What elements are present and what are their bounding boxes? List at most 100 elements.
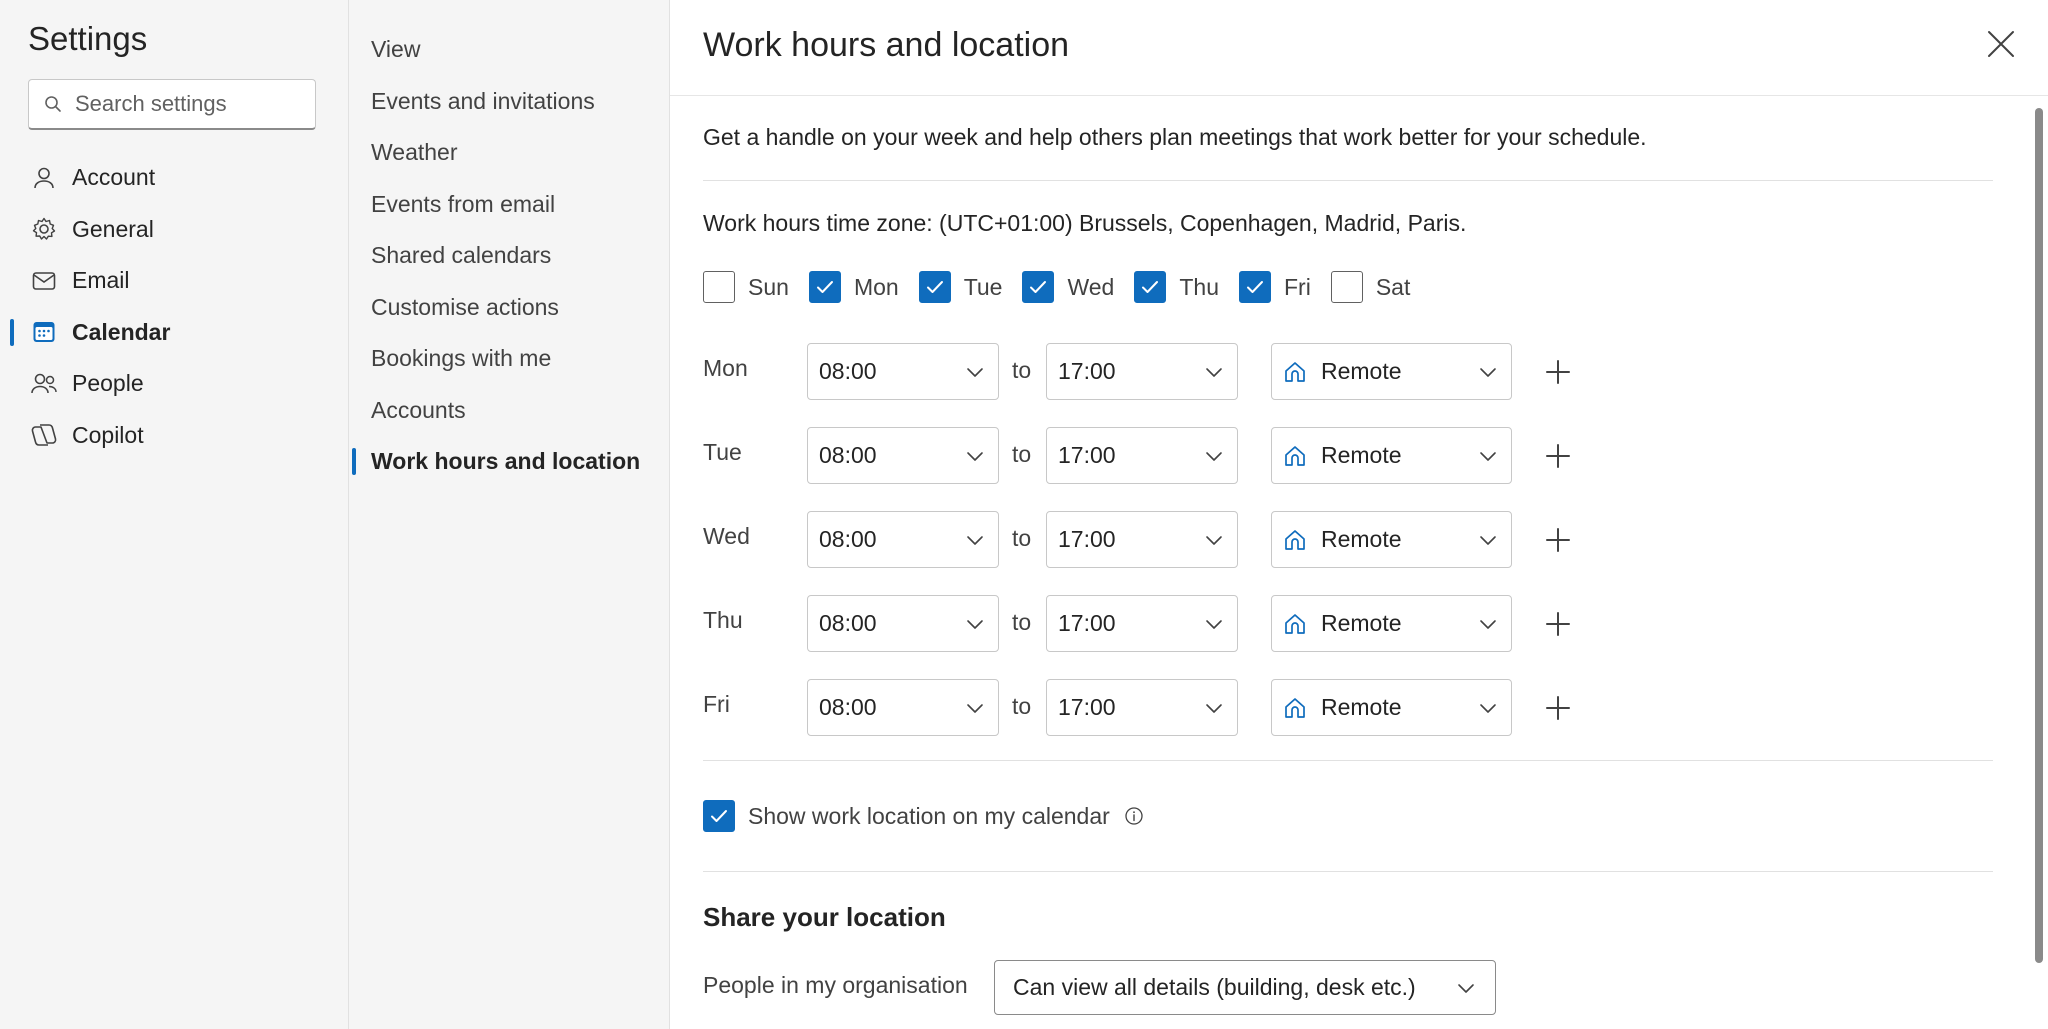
checkbox[interactable] <box>1330 271 1363 303</box>
settings-sidebar: Settings Account General Email Calendar … <box>0 0 349 1029</box>
end-time-dropdown[interactable]: 17:00 <box>1046 511 1238 568</box>
add-time-slot-button[interactable] <box>1541 607 1575 641</box>
calendar-subnav: View Events and invitations Weather Even… <box>349 0 670 1029</box>
info-icon[interactable] <box>1124 806 1144 826</box>
start-time-dropdown[interactable]: 08:00 <box>807 679 999 736</box>
plus-icon <box>1546 612 1570 636</box>
location-dropdown[interactable]: Remote <box>1271 679 1512 736</box>
add-time-slot-button[interactable] <box>1541 355 1575 389</box>
organisation-label: People in my organisation <box>703 972 968 998</box>
sidebar-item-email[interactable]: Email <box>0 255 348 307</box>
day-label: Tue <box>963 273 1003 300</box>
checkbox[interactable] <box>703 800 735 832</box>
person-icon <box>30 164 58 192</box>
subnav-item-accounts[interactable]: Accounts <box>349 385 669 437</box>
end-time-value: 17:00 <box>1058 442 1116 468</box>
chevron-down-icon <box>1480 620 1496 629</box>
search-icon <box>45 96 61 112</box>
divider <box>703 871 1993 872</box>
chevron-down-icon <box>967 536 983 545</box>
start-time-dropdown[interactable]: 08:00 <box>807 595 999 652</box>
sidebar-item-copilot[interactable]: Copilot <box>0 410 348 462</box>
sidebar-item-label: Copilot <box>72 421 144 448</box>
subnav-item-customise-actions[interactable]: Customise actions <box>349 282 669 334</box>
sidebar-item-general[interactable]: General <box>0 204 348 256</box>
search-input[interactable] <box>75 91 315 117</box>
day-label: Sun <box>748 273 789 300</box>
day-checkbox-mon[interactable]: Mon <box>808 271 899 303</box>
start-time-value: 08:00 <box>819 442 877 468</box>
search-box[interactable] <box>28 79 316 130</box>
subnav-item-shared-calendars[interactable]: Shared calendars <box>349 230 669 282</box>
day-checkbox-thu[interactable]: Thu <box>1134 271 1219 303</box>
checkbox[interactable] <box>808 271 841 303</box>
sidebar-item-label: Account <box>72 164 156 191</box>
subnav-item-view[interactable]: View <box>349 24 669 76</box>
sidebar-item-account[interactable]: Account <box>0 152 348 204</box>
plus-icon <box>1546 528 1570 552</box>
chevron-down-icon <box>967 620 983 629</box>
end-time-dropdown[interactable]: 17:00 <box>1046 595 1238 652</box>
hours-day-label: Wed <box>703 523 750 549</box>
home-icon <box>1285 697 1305 718</box>
end-time-dropdown[interactable]: 17:00 <box>1046 343 1238 400</box>
home-icon <box>1285 445 1305 466</box>
location-dropdown[interactable]: Remote <box>1271 427 1512 484</box>
plus-icon <box>1546 360 1570 384</box>
chevron-down-icon <box>1206 452 1222 461</box>
add-time-slot-button[interactable] <box>1541 523 1575 557</box>
day-checkbox-wed[interactable]: Wed <box>1022 271 1114 303</box>
checkbox[interactable] <box>918 271 951 303</box>
subnav-item-weather[interactable]: Weather <box>349 127 669 179</box>
share-location-heading: Share your location <box>703 902 946 932</box>
checkmark-icon <box>1142 281 1159 293</box>
day-checkbox-sat[interactable]: Sat <box>1330 271 1410 303</box>
start-time-dropdown[interactable]: 08:00 <box>807 427 999 484</box>
copilot-icon <box>30 421 58 449</box>
subnav-item-work-hours-and-location[interactable]: Work hours and location <box>349 436 669 488</box>
close-button[interactable] <box>1981 24 2021 64</box>
end-time-dropdown[interactable]: 17:00 <box>1046 427 1238 484</box>
page-title: Work hours and location <box>703 26 1070 64</box>
divider <box>703 180 1993 181</box>
day-label: Fri <box>1284 273 1311 300</box>
location-dropdown[interactable]: Remote <box>1271 595 1512 652</box>
timezone-label: Work hours time zone: (UTC+01:00) Brusse… <box>703 210 1467 236</box>
subnav-item-bookings-with-me[interactable]: Bookings with me <box>349 333 669 385</box>
add-time-slot-button[interactable] <box>1541 691 1575 725</box>
start-time-dropdown[interactable]: 08:00 <box>807 343 999 400</box>
chevron-down-icon <box>1458 984 1474 993</box>
checkmark-icon <box>711 810 727 822</box>
day-checkbox-tue[interactable]: Tue <box>918 271 1003 303</box>
end-time-dropdown[interactable]: 17:00 <box>1046 679 1238 736</box>
checkbox[interactable] <box>703 271 735 303</box>
start-time-dropdown[interactable]: 08:00 <box>807 511 999 568</box>
content-header: Work hours and location <box>670 0 2048 96</box>
scrollbar-thumb[interactable] <box>2035 108 2043 963</box>
add-time-slot-button[interactable] <box>1541 439 1575 473</box>
plus-icon <box>1546 444 1570 468</box>
checkbox[interactable] <box>1134 271 1167 303</box>
sidebar-item-calendar[interactable]: Calendar <box>0 307 348 359</box>
subnav-item-events-and-invitations[interactable]: Events and invitations <box>349 76 669 128</box>
workdays-checkboxes: Sun Mon Tue Wed Thu Fri Sat <box>703 271 1430 303</box>
subnav-item-events-from-email[interactable]: Events from email <box>349 179 669 231</box>
checkbox[interactable] <box>1022 271 1055 303</box>
chevron-down-icon <box>1206 536 1222 545</box>
organisation-sharing-dropdown[interactable]: Can view all details (building, desk etc… <box>994 960 1496 1015</box>
location-dropdown[interactable]: Remote <box>1271 511 1512 568</box>
end-time-value: 17:00 <box>1058 610 1116 636</box>
day-checkbox-sun[interactable]: Sun <box>703 271 789 303</box>
to-label: to <box>1012 693 1032 719</box>
home-icon <box>1285 361 1305 382</box>
sidebar-item-people[interactable]: People <box>0 358 348 410</box>
hours-day-label: Mon <box>703 355 748 381</box>
checkbox[interactable] <box>1239 271 1271 303</box>
day-checkbox-fri[interactable]: Fri <box>1239 271 1311 303</box>
show-work-location-checkbox[interactable]: Show work location on my calendar <box>703 800 1144 832</box>
end-time-value: 17:00 <box>1058 358 1116 384</box>
location-dropdown[interactable]: Remote <box>1271 343 1512 400</box>
people-icon <box>30 370 58 398</box>
chevron-down-icon <box>967 452 983 461</box>
end-time-value: 17:00 <box>1058 526 1116 552</box>
